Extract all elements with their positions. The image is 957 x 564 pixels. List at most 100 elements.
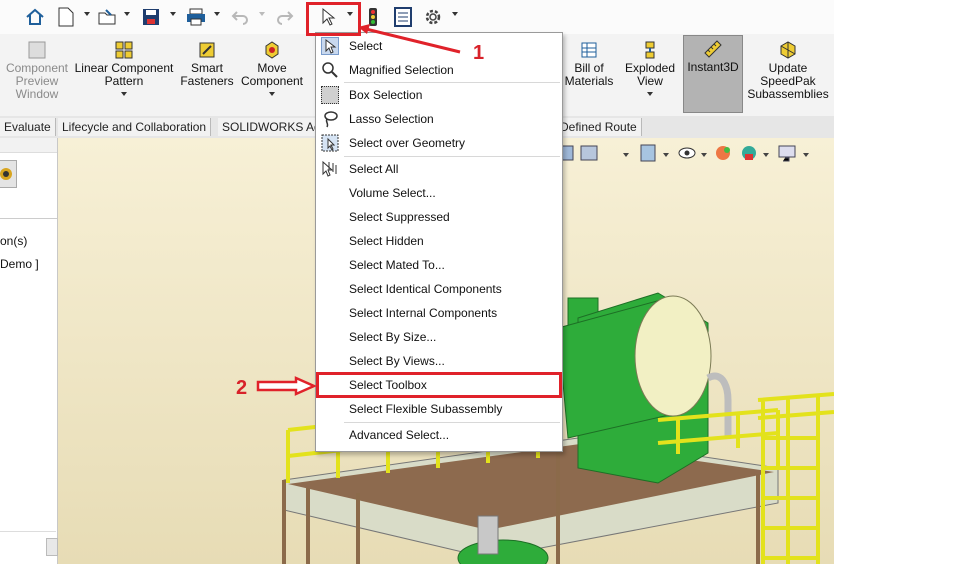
menu-item-select-suppressed[interactable]: Select Suppressed	[316, 206, 562, 228]
menu-item-label: Select Flexible Subassembly	[349, 402, 503, 416]
menu-item-select-by-size[interactable]: Select By Size...	[316, 326, 562, 348]
annotation-arrow-2	[256, 376, 318, 396]
tree-divider	[0, 531, 56, 532]
menu-item-label: Select By Views...	[349, 354, 445, 368]
menu-item-label: Select Hidden	[349, 234, 424, 248]
display-manager-tab[interactable]	[0, 160, 17, 188]
button-label: Linear Component Pattern	[74, 61, 174, 88]
button-label: Smart Fasteners	[180, 61, 234, 88]
exploded-view-button[interactable]: Exploded View	[622, 36, 678, 96]
menu-item-advanced-select[interactable]: Advanced Select...	[316, 424, 562, 446]
menu-item-select-hidden[interactable]: Select Hidden	[316, 230, 562, 252]
print-icon[interactable]	[185, 6, 207, 28]
blank-area	[834, 0, 957, 564]
menu-item-label: Select All	[349, 162, 399, 176]
lasso-icon	[321, 110, 339, 128]
feature-manager-tree: on(s) Demo ]	[0, 138, 58, 564]
tree-header	[0, 138, 57, 153]
button-label: Move Component	[240, 61, 304, 88]
button-label: Bill of Materials	[564, 61, 614, 88]
undo-icon[interactable]	[229, 6, 251, 28]
menu-separator	[344, 422, 560, 423]
menu-item-select-over-geometry[interactable]: Select over Geometry	[316, 132, 562, 154]
chevron-down-icon[interactable]	[259, 12, 265, 16]
annotation-highlight-select-toolbox	[316, 372, 562, 398]
update-speedpak-subassemblies-button[interactable]: Update SpeedPak Subassemblies	[746, 36, 830, 101]
button-label: Update SpeedPak Subassemblies	[747, 61, 829, 101]
lower-pipe	[477, 515, 499, 555]
tree-item[interactable]: on(s)	[0, 234, 27, 248]
annotation-arrow-1	[358, 24, 461, 54]
menu-separator	[344, 82, 560, 83]
menu-item-magnified-selection[interactable]: Magnified Selection	[316, 59, 562, 81]
menu-item-select-mated-to[interactable]: Select Mated To...	[316, 254, 562, 276]
menu-separator	[344, 156, 560, 157]
tab-evaluate[interactable]: Evaluate	[0, 118, 56, 136]
speedpak-icon	[778, 40, 798, 60]
bom-icon	[579, 40, 599, 60]
select-all-icon	[321, 160, 339, 178]
chevron-down-icon[interactable]	[124, 12, 130, 16]
menu-item-select-flexible-subassembly[interactable]: Select Flexible Subassembly	[316, 398, 562, 420]
menu-item-box-selection[interactable]: Box Selection	[316, 84, 562, 106]
menu-item-label: Lasso Selection	[349, 112, 434, 126]
menu-item-label: Box Selection	[349, 88, 423, 102]
annotation-step-1: 1	[473, 42, 485, 64]
menu-item-label: Magnified Selection	[349, 63, 454, 77]
appearance-icon	[0, 168, 12, 180]
annotation-step-2: 2	[236, 377, 248, 399]
bill-of-materials-button[interactable]: Bill of Materials	[562, 36, 616, 88]
menu-item-label: Select Internal Components	[349, 306, 498, 320]
tab-lifecycle-and-collaboration[interactable]: Lifecycle and Collaboration	[58, 118, 212, 136]
linear-component-pattern-button[interactable]: Linear Component Pattern	[74, 36, 174, 96]
box-select-icon	[321, 86, 339, 104]
menu-item-lasso-selection[interactable]: Lasso Selection	[316, 108, 562, 130]
tree-divider	[0, 218, 57, 219]
menu-item-select-by-views[interactable]: Select By Views...	[316, 350, 562, 372]
chevron-down-icon[interactable]	[84, 12, 90, 16]
tab-defined-route[interactable]: Defined Route	[556, 118, 642, 136]
menu-item-select-internal-components[interactable]: Select Internal Components	[316, 302, 562, 324]
move-component-icon	[262, 40, 282, 60]
home-icon[interactable]	[24, 6, 46, 28]
tree-scrollbar[interactable]	[46, 538, 58, 556]
move-component-button[interactable]: Move Component	[240, 36, 304, 96]
pipe	[706, 372, 732, 436]
chevron-down-icon[interactable]	[452, 12, 458, 16]
component-preview-window-button[interactable]: Component Preview Window	[4, 36, 70, 101]
new-document-icon[interactable]	[55, 6, 77, 28]
menu-item-select-all[interactable]: Select All	[316, 158, 562, 180]
fastener-icon	[197, 40, 217, 60]
tab-solidworks-addins[interactable]: SOLIDWORKS Ad	[218, 118, 326, 136]
button-label: Component Preview Window	[5, 61, 69, 101]
button-label: Instant3D	[687, 60, 739, 74]
annotation-highlight-select-button	[306, 2, 361, 36]
menu-item-label: Select By Size...	[349, 330, 437, 344]
menu-item-volume-select[interactable]: Volume Select...	[316, 182, 562, 204]
chevron-down-icon[interactable]	[647, 92, 653, 96]
instant3d-button[interactable]: Instant3D	[683, 35, 743, 113]
menu-item-label: Select Mated To...	[349, 258, 445, 272]
menu-item-label: Select Identical Components	[349, 282, 502, 296]
chevron-down-icon[interactable]	[170, 12, 176, 16]
smart-fasteners-button[interactable]: Smart Fasteners	[178, 36, 236, 88]
menu-item-label: Select Suppressed	[349, 210, 450, 224]
tank-end-cap	[634, 295, 712, 417]
tree-item[interactable]: Demo ]	[0, 257, 39, 271]
menu-item-label: Volume Select...	[349, 186, 436, 200]
open-folder-icon[interactable]	[96, 6, 118, 28]
menu-item-select-identical-components[interactable]: Select Identical Components	[316, 278, 562, 300]
redo-icon[interactable]	[274, 6, 296, 28]
magnifier-icon	[321, 61, 339, 79]
instant3d-icon	[703, 39, 723, 59]
chevron-down-icon[interactable]	[214, 12, 220, 16]
save-icon[interactable]	[140, 6, 162, 28]
arrow-icon	[321, 37, 339, 55]
preview-window-icon	[27, 40, 47, 60]
button-label: Exploded View	[624, 61, 676, 88]
menu-item-label: Advanced Select...	[349, 428, 450, 442]
chevron-down-icon[interactable]	[269, 92, 275, 96]
chevron-down-icon[interactable]	[121, 92, 127, 96]
exploded-view-icon	[640, 40, 660, 60]
geometry-select-icon	[321, 134, 339, 152]
